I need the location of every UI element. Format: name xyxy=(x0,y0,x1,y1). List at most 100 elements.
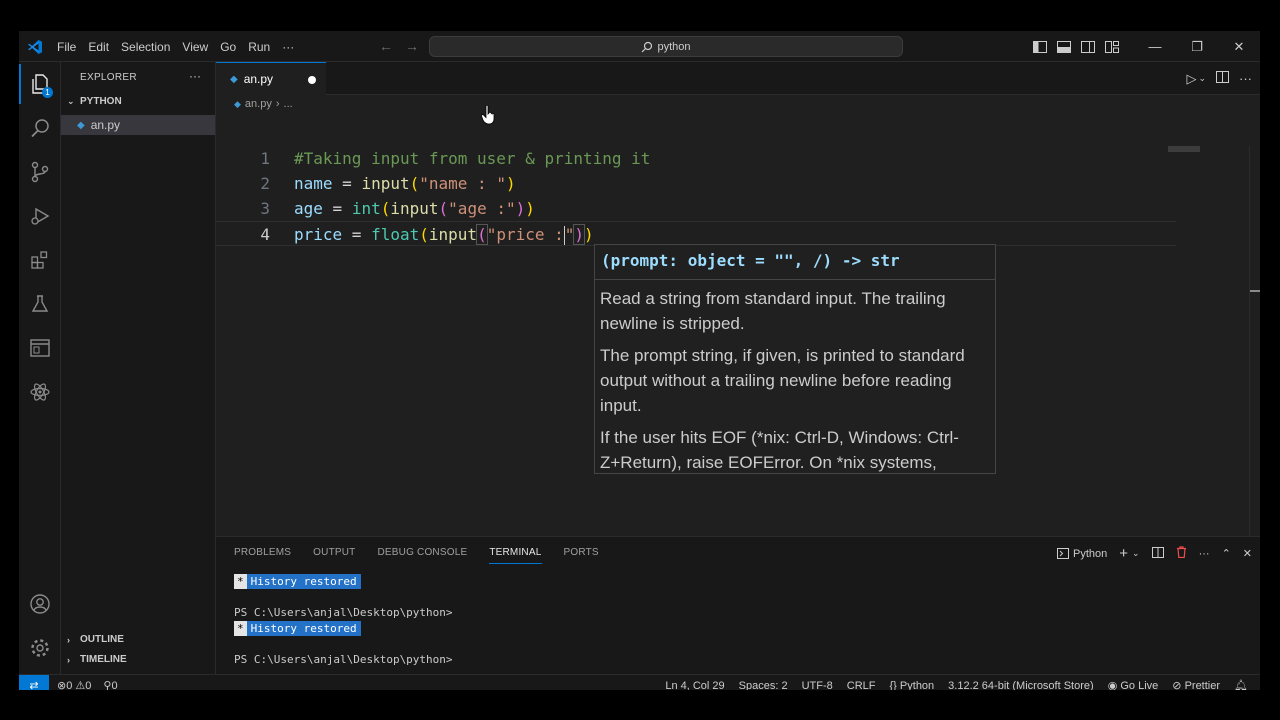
outline-section-label-row[interactable]: › OUTLINE xyxy=(67,634,124,645)
close-panel-icon[interactable]: ✕ xyxy=(1243,547,1252,560)
terminal-instance[interactable]: Python xyxy=(1057,548,1107,560)
encoding[interactable]: UTF-8 xyxy=(802,680,833,691)
token-paren: ( xyxy=(438,199,449,218)
forward-arrow-icon[interactable]: → xyxy=(405,38,419,54)
line-number: 2 xyxy=(260,174,270,193)
status-right: Ln 4, Col 29 Spaces: 2 UTF-8 CRLF {} Pyt… xyxy=(665,675,1248,691)
toggle-secondary-sidebar-icon[interactable] xyxy=(1076,31,1100,62)
editor-more-icon[interactable]: ··· xyxy=(1239,71,1252,86)
menu-go[interactable]: Go xyxy=(220,40,236,54)
remote-explorer-icon[interactable] xyxy=(19,328,61,368)
tab-label: an.py xyxy=(243,72,274,86)
timeline-section[interactable]: › TIMELINE xyxy=(67,654,127,665)
token-paren: ) xyxy=(505,174,516,193)
python-interpreter[interactable]: 3.12.2 64-bit (Microsoft Store) xyxy=(948,680,1094,691)
remote-indicator-icon[interactable]: ⇄ xyxy=(19,675,49,690)
token-paren: ) xyxy=(573,224,586,245)
react-atom-icon[interactable] xyxy=(19,372,61,412)
search-sidebar-icon[interactable] xyxy=(19,108,61,148)
source-control-icon[interactable] xyxy=(19,152,61,192)
extensions-icon[interactable] xyxy=(19,240,61,280)
run-python-file-icon[interactable]: ▷ xyxy=(1186,71,1196,87)
file-an-py[interactable]: ◆ an.py xyxy=(61,115,215,135)
tab-debug-console[interactable]: DEBUG CONSOLE xyxy=(377,547,467,564)
mouse-cursor-icon xyxy=(481,105,495,125)
code-line: 2 name = input("name : ") xyxy=(216,171,1176,196)
code-text: age = int(input("age :")) xyxy=(294,196,535,221)
menu-selection[interactable]: Selection xyxy=(121,40,170,54)
accounts-icon[interactable] xyxy=(19,584,61,624)
menu-edit[interactable]: Edit xyxy=(88,40,109,54)
tab-output[interactable]: OUTPUT xyxy=(313,547,355,564)
notifications-bell-icon[interactable]: 🔔︎ xyxy=(1234,679,1248,690)
testing-flask-icon[interactable] xyxy=(19,284,61,324)
timeline-label: TIMELINE xyxy=(80,654,127,665)
editor-scrollbar[interactable] xyxy=(1249,146,1260,536)
breadcrumb-file[interactable]: an.py xyxy=(245,98,272,110)
indentation[interactable]: Spaces: 2 xyxy=(739,680,788,691)
breadcrumb-symbols[interactable]: ... xyxy=(284,98,293,110)
hover-documentation-widget[interactable]: (prompt: object = "", /) -> str Read a s… xyxy=(594,244,996,474)
cursor-position[interactable]: Ln 4, Col 29 xyxy=(665,680,724,691)
code-text: price = float(input("price :")) xyxy=(294,222,594,247)
minimize-icon[interactable]: — xyxy=(1134,31,1176,62)
terminal-name: Python xyxy=(1073,547,1108,560)
folder-python[interactable]: ⌄ PYTHON xyxy=(67,96,122,107)
history-star: * xyxy=(234,621,247,636)
scrollbar-cursor-marker xyxy=(1250,290,1260,292)
toggle-primary-sidebar-icon[interactable] xyxy=(1028,31,1052,62)
token-builtin-class: int xyxy=(351,199,381,218)
minimap[interactable] xyxy=(1168,146,1200,152)
tab-an-py[interactable]: ◆ an.py xyxy=(216,62,326,95)
editor-actions: ▷ ⌄ ··· xyxy=(1186,62,1252,95)
new-terminal-plus-icon[interactable]: + xyxy=(1119,545,1128,562)
go-live-label: Go Live xyxy=(1120,680,1159,690)
explorer-more-actions[interactable]: ··· xyxy=(189,69,201,83)
tab-problems[interactable]: PROBLEMS xyxy=(234,547,291,564)
unsaved-dot-icon[interactable] xyxy=(308,76,316,84)
hover-paragraph: Read a string from standard input. The t… xyxy=(600,289,946,333)
run-dropdown-chevron-icon[interactable]: ⌄ xyxy=(1198,73,1206,84)
panel-more-icon[interactable]: ··· xyxy=(1199,548,1210,560)
split-editor-icon[interactable] xyxy=(1216,71,1229,86)
token-operator: = xyxy=(322,199,352,218)
language-label: Python xyxy=(899,679,935,691)
terminal-dropdown-chevron-icon[interactable]: ⌄ xyxy=(1132,548,1140,559)
chevron-down-icon: ⌄ xyxy=(67,96,75,106)
menu-file[interactable]: File xyxy=(57,40,76,54)
run-and-debug-icon[interactable] xyxy=(19,196,61,236)
command-center-search[interactable]: python xyxy=(429,36,903,57)
problems-status[interactable]: ⊗0 ⚠0 xyxy=(57,679,91,690)
token-variable: age xyxy=(294,199,323,218)
split-terminal-icon[interactable] xyxy=(1151,546,1164,561)
menu-run[interactable]: Run xyxy=(248,40,270,54)
explorer-icon[interactable]: 1 xyxy=(19,64,61,104)
history-star: * xyxy=(234,574,247,589)
restore-icon[interactable]: ❐ xyxy=(1176,31,1218,62)
token-paren: ( xyxy=(419,225,429,244)
end-of-line[interactable]: CRLF xyxy=(847,680,876,691)
maximize-panel-chevron-up-icon[interactable]: ⌃ xyxy=(1222,547,1231,560)
token-string: "age :" xyxy=(448,199,516,218)
warning-icon: ⚠ xyxy=(75,680,86,690)
error-count: 0 xyxy=(66,680,73,690)
toggle-panel-icon[interactable] xyxy=(1052,31,1076,62)
settings-gear-icon[interactable] xyxy=(19,628,61,668)
go-live[interactable]: ◉ Go Live xyxy=(1108,679,1159,690)
explorer-badge: 1 xyxy=(42,87,53,98)
tab-ports[interactable]: PORTS xyxy=(564,547,599,564)
back-arrow-icon[interactable]: ← xyxy=(379,38,393,54)
close-window-icon[interactable]: ✕ xyxy=(1218,31,1260,62)
ports-status[interactable]: ⚲0 xyxy=(103,679,117,690)
prettier[interactable]: ⊘ Prettier xyxy=(1172,679,1220,690)
tab-terminal[interactable]: TERMINAL xyxy=(489,547,542,564)
customize-layout-icon[interactable] xyxy=(1100,31,1124,62)
double-check-icon: ⊘ xyxy=(1172,680,1182,690)
kill-terminal-trash-icon[interactable] xyxy=(1176,546,1187,561)
ports-count: 0 xyxy=(111,680,118,690)
python-file-icon: ◆ xyxy=(230,73,238,85)
token-function: input xyxy=(390,199,439,218)
menu-more[interactable]: ··· xyxy=(282,40,294,54)
menu-view[interactable]: View xyxy=(182,40,208,54)
language-mode[interactable]: {} Python xyxy=(890,680,935,691)
